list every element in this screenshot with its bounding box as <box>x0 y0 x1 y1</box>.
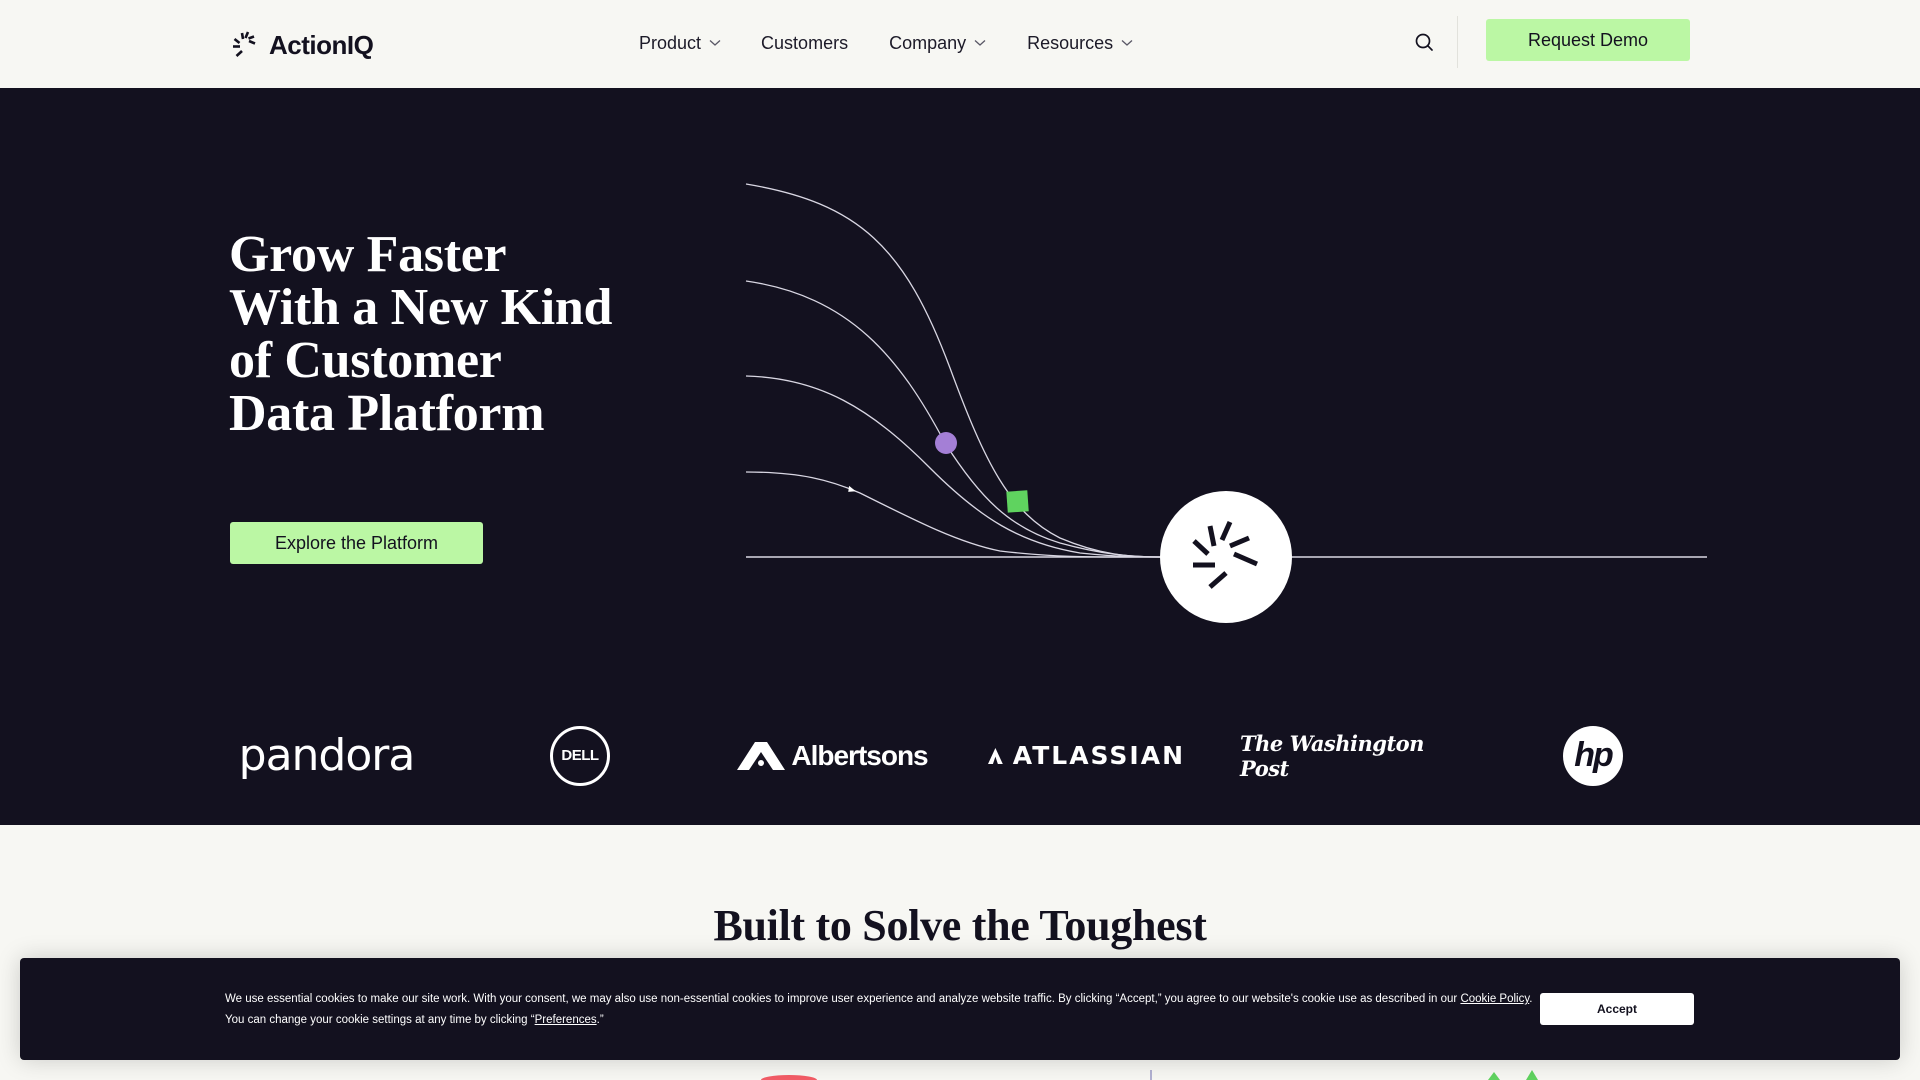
chevron-down-icon <box>709 40 721 46</box>
hero-title: Grow Faster With a New Kind of Customer … <box>229 228 669 440</box>
atlassian-icon <box>988 747 1003 764</box>
green-square-marker <box>1006 490 1029 513</box>
flow-curve-2 <box>745 280 1161 558</box>
albertsons-a-icon <box>737 741 786 770</box>
logo-atlassian: ATLASSIAN <box>988 713 1185 798</box>
logo-dell-text: DELL <box>561 747 599 764</box>
arrow-marker-icon <box>848 485 856 492</box>
header-divider <box>1457 16 1458 68</box>
green-shape <box>1488 1070 1538 1080</box>
nav-item-label: Product <box>639 32 702 53</box>
logo-washington-post-text: The Washington Post <box>1240 730 1424 781</box>
hero-title-line: of Customer <box>229 332 502 389</box>
chevron-down-icon <box>974 40 986 46</box>
red-shape <box>761 1075 817 1080</box>
burst-icon <box>233 31 256 57</box>
cookie-text-main: We use essential cookies to make our sit… <box>225 993 1461 1005</box>
nav-item-customers[interactable]: Customers <box>761 33 848 54</box>
logo-hp: hp <box>1562 713 1624 798</box>
hero-title-line: Grow Faster <box>229 226 507 283</box>
cookie-policy-link[interactable]: Cookie Policy <box>1460 993 1529 1005</box>
logo-hp-text: hp <box>1574 736 1614 774</box>
dell-circle: DELL <box>550 725 610 786</box>
cookie-text-end: .” <box>596 1014 604 1026</box>
preferences-link[interactable]: Preferences <box>535 1014 597 1026</box>
nav-item-label: Resources <box>1027 32 1114 53</box>
cookie-banner: We use essential cookies to make our sit… <box>20 958 1900 1060</box>
flow-curve-1 <box>745 183 1161 558</box>
logo-washington-post: The Washington Post <box>1240 713 1440 798</box>
logo-pandora-text: pandora <box>238 730 416 781</box>
accept-cookies-button[interactable]: Accept <box>1540 993 1694 1025</box>
customer-logos: pandora DELL Albertsons ATLASSIAN The Wa… <box>0 713 1920 798</box>
nav-item-resources[interactable]: Resources <box>1027 33 1133 54</box>
hero-title-line: With a New Kind <box>229 279 613 336</box>
logo-atlassian-text: ATLASSIAN <box>1012 741 1185 770</box>
flow-curve-4 <box>745 471 1161 558</box>
logo-pandora: pandora <box>229 713 424 798</box>
explore-platform-button[interactable]: Explore the Platform <box>230 522 483 564</box>
logo-dell: DELL <box>549 713 611 798</box>
cookie-text: We use essential cookies to make our sit… <box>225 989 1535 1031</box>
logo-text: ActionIQ <box>269 29 374 60</box>
section-teaser-graphics <box>761 1070 1538 1080</box>
site-header: ActionIQ Product Customers Company Resou… <box>0 0 1920 88</box>
nav-item-company[interactable]: Company <box>889 33 986 54</box>
flow-curve-3 <box>745 375 1161 558</box>
logo-link[interactable]: ActionIQ <box>229 29 374 61</box>
logo-albertsons-text: Albertsons <box>791 739 928 771</box>
hero-title-line: Data Platform <box>229 385 545 442</box>
main-nav: Product Customers Company Resources <box>639 30 1133 56</box>
search-button[interactable] <box>1412 30 1436 54</box>
chevron-down-icon <box>1121 40 1133 46</box>
nav-item-label: Company <box>889 32 967 53</box>
hub-circle <box>1160 491 1292 623</box>
hp-circle: hp <box>1563 725 1623 786</box>
nav-item-product[interactable]: Product <box>639 33 721 54</box>
burst-icon <box>1192 520 1258 589</box>
hero-section: Grow Faster With a New Kind of Customer … <box>0 88 1920 825</box>
purple-circle-marker <box>935 432 957 454</box>
nav-item-label: Customers <box>761 32 849 53</box>
search-icon <box>1415 33 1433 51</box>
logo-albertsons: Albertsons <box>735 713 930 798</box>
section-title: Built to Solve the Toughest <box>713 901 1207 950</box>
request-demo-button[interactable]: Request Demo <box>1486 19 1690 61</box>
